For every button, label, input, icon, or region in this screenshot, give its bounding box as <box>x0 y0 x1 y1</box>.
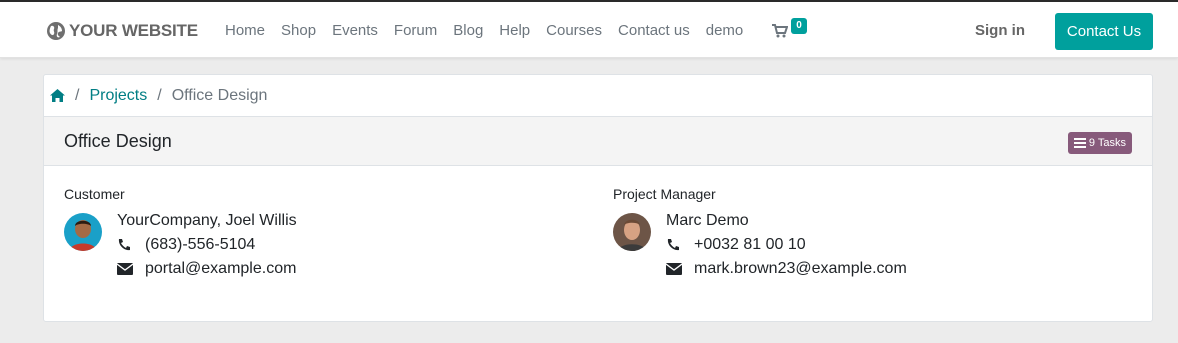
customer-phone: (683)-556-5104 <box>145 236 256 253</box>
tasks-list-icon <box>1073 138 1086 148</box>
breadcrumb-current: Office Design <box>171 86 268 104</box>
customer-section: Customer YourCompany, Joel Willis (683)-… <box>64 186 564 292</box>
phone-icon <box>666 238 694 252</box>
globe-icon <box>47 22 65 40</box>
manager-name: Marc Demo <box>666 212 749 229</box>
customer-name: YourCompany, Joel Willis <box>117 212 297 229</box>
customer-label: Customer <box>64 186 125 202</box>
project-header: Office Design 9 Tasks <box>44 116 1152 166</box>
nav-item-events[interactable]: Events <box>324 22 386 39</box>
cart-button[interactable]: 0 <box>772 18 812 45</box>
manager-email-row: mark.brown23@example.com <box>666 260 907 278</box>
manager-section: Project Manager Marc Demo +0032 81 00 10 <box>613 186 1113 292</box>
tasks-badge-label: 9 Tasks <box>1088 137 1126 149</box>
nav-item-courses[interactable]: Courses <box>538 22 610 39</box>
cart-count-badge: 0 <box>791 18 807 34</box>
manager-label: Project Manager <box>613 186 716 202</box>
customer-contact: YourCompany, Joel Willis (683)-556-5104 … <box>64 212 564 292</box>
envelope-icon <box>666 263 694 275</box>
sign-in-link[interactable]: Sign in <box>975 22 1025 39</box>
manager-phone: +0032 81 00 10 <box>694 236 806 253</box>
project-title: Office Design <box>64 131 172 151</box>
envelope-icon <box>117 263 145 275</box>
nav-item-home[interactable]: Home <box>217 22 273 39</box>
main-menu: Home Shop Events Forum Blog Help Courses… <box>217 2 751 58</box>
nav-item-forum[interactable]: Forum <box>386 22 445 39</box>
nav-item-help[interactable]: Help <box>491 22 538 39</box>
manager-phone-row: +0032 81 00 10 <box>666 236 806 254</box>
nav-item-blog[interactable]: Blog <box>445 22 491 39</box>
nav-item-contact-us[interactable]: Contact us <box>610 22 698 39</box>
customer-email-row: portal@example.com <box>117 260 296 278</box>
site-name: YOUR WEBSITE <box>69 21 198 40</box>
manager-avatar <box>613 213 651 251</box>
breadcrumb-separator: / <box>157 86 162 104</box>
customer-avatar <box>64 213 102 251</box>
customer-phone-row: (683)-556-5104 <box>117 236 255 254</box>
breadcrumb-separator: / <box>75 86 80 104</box>
contact-us-button[interactable]: Contact Us <box>1055 13 1153 50</box>
project-card: / Projects / Office Design Office Design… <box>43 74 1153 322</box>
nav-item-demo[interactable]: demo <box>698 22 752 39</box>
shopping-cart-icon <box>772 24 788 38</box>
site-logo[interactable]: YOUR WEBSITE <box>46 19 198 43</box>
nav-item-shop[interactable]: Shop <box>273 22 324 39</box>
breadcrumb: / Projects / Office Design <box>44 75 1152 116</box>
breadcrumb-projects-link[interactable]: Projects <box>89 87 147 105</box>
top-navbar: YOUR WEBSITE Home Shop Events Forum Blog… <box>0 2 1178 58</box>
tasks-badge[interactable]: 9 Tasks <box>1067 132 1132 154</box>
customer-email[interactable]: portal@example.com <box>145 260 296 278</box>
home-icon[interactable] <box>50 89 65 102</box>
manager-email[interactable]: mark.brown23@example.com <box>694 260 907 278</box>
manager-contact: Marc Demo +0032 81 00 10 mark.brown23@ex… <box>613 212 1113 292</box>
phone-icon <box>117 238 145 252</box>
